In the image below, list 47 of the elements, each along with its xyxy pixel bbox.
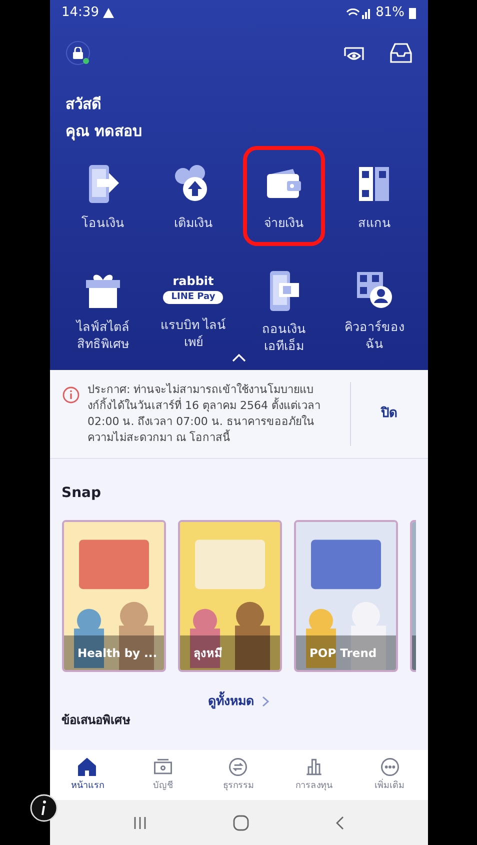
snap-card[interactable]: Health by ... — [62, 520, 166, 672]
qr-person-icon — [355, 270, 394, 310]
back-icon[interactable] — [335, 816, 344, 830]
service-shortcut[interactable]: ถอนเงิน เอทีเอ็ม — [242, 254, 325, 354]
nav-tab[interactable]: หน้าแรก — [50, 750, 126, 800]
home-icon — [76, 756, 98, 778]
see-all-link[interactable]: ดูทั้งหมด — [208, 692, 269, 711]
inbox-icon[interactable] — [390, 43, 412, 63]
service-shortcut[interactable]: โอนเงิน — [62, 146, 144, 246]
lock-icon — [72, 47, 82, 59]
service-shortcut[interactable]: ไลฟ์สไตล์ สิทธิพิเศษ — [62, 254, 144, 354]
close-notice-button[interactable]: ปิด — [362, 404, 416, 424]
more-icon — [378, 756, 401, 778]
snap-title: ลุงหมี — [194, 644, 222, 662]
service-shortcut[interactable]: จ่ายเงิน — [242, 146, 325, 246]
nav-tab[interactable]: ธุรกรรม — [200, 750, 276, 800]
greeting-text: สวัสดี — [66, 94, 102, 115]
info-icon[interactable] — [30, 794, 58, 822]
wifi-signal-icon — [346, 6, 372, 18]
status-time: 14:39 — [62, 4, 99, 22]
lock-button[interactable] — [66, 41, 90, 65]
user-name: คุณ ทดสอบ — [66, 120, 144, 142]
snap-card[interactable]: POP Trend — [294, 520, 398, 672]
service-shortcut[interactable]: rabbit LINE Pay แรบบิท ไลน์เพย์ — [152, 254, 234, 354]
section-title: Snap — [62, 484, 102, 503]
info-icon — [62, 386, 80, 404]
wallet-icon — [264, 168, 303, 200]
service-shortcut[interactable]: เติมเงิน — [152, 146, 234, 246]
battery-icon — [408, 6, 416, 18]
nav-tab[interactable]: บัญชี — [125, 750, 201, 800]
snap-title: Health by ... — [78, 644, 158, 662]
warning-icon — [102, 8, 114, 18]
notice-text: ประกาศ: ท่านจะไม่สามารถเข้าใช้งานโมบายแบงก์กิ้งได้ในวันเสาร์ที่ 16 ตุลาคม 2564 ตั้งแต่เวลา 02:00 น. ถึงเวลา 07:00 น. ธนาคารขออภัยในความไม่สะดวกมา ณ โอกาสนี้ — [88, 382, 322, 446]
nav-tab[interactable]: การลงทุน — [276, 750, 352, 800]
section-title: ข้อเสนอพิเศษ — [62, 712, 132, 727]
recent-apps-icon[interactable] — [132, 816, 147, 830]
service-shortcut[interactable]: คิวอาร์ของ ฉัน — [333, 254, 416, 354]
rabbit-line-pay-logo: rabbit LINE Pay — [163, 274, 224, 304]
exchange-icon — [227, 756, 250, 778]
service-shortcut[interactable]: สแกน — [333, 146, 416, 246]
scan-icon — [357, 164, 392, 204]
nav-tab[interactable]: เพิ่มเติม — [352, 750, 428, 800]
collapse-chevron-icon[interactable] — [232, 354, 246, 362]
chevron-right-icon — [262, 696, 269, 707]
snap-title: POP Trend — [310, 644, 377, 662]
battery-percent: 81% — [376, 4, 404, 22]
snap-card[interactable]: ลุงหมี — [178, 520, 282, 672]
